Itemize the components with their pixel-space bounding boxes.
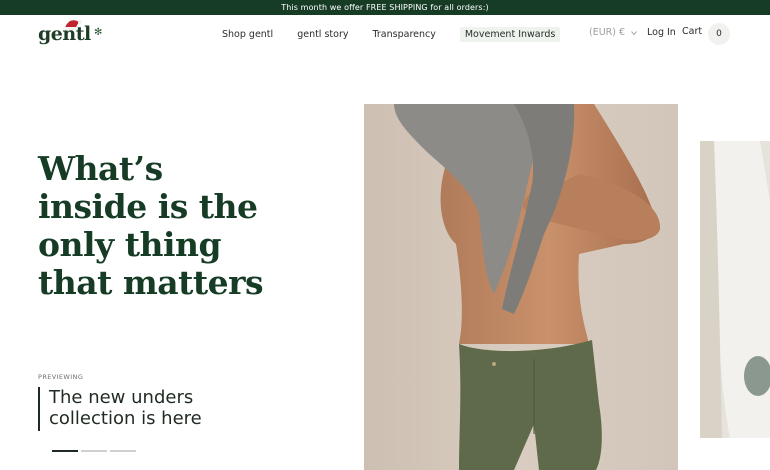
nav-item-transparency[interactable]: Transparency	[372, 29, 435, 40]
logo[interactable]: gentl ✻	[38, 18, 110, 50]
slide-indicator-1[interactable]	[52, 450, 78, 452]
site-header: gentl ✻ Shop gentl gentl story Transpare…	[0, 15, 770, 55]
announcement-bar: This month we offer FREE SHIPPING for al…	[0, 0, 770, 15]
login-link[interactable]: Log In	[647, 27, 676, 38]
cart-count-badge[interactable]: 0	[708, 23, 730, 45]
announcement-text: This month we offer FREE SHIPPING for al…	[281, 3, 489, 12]
nav-item-movement-inwards[interactable]: Movement Inwards	[459, 27, 561, 42]
snowflake-icon: ✻	[94, 27, 103, 38]
slider-indicators	[52, 450, 139, 452]
currency-selector[interactable]: (EUR) €	[589, 27, 637, 38]
hero-headline: What’s inside is the only thing that mat…	[38, 149, 264, 302]
main-nav: Shop gentl gentl story Transparency Move…	[222, 27, 561, 42]
slide-indicator-2[interactable]	[81, 450, 107, 452]
previewing-label: PREVIEWING	[38, 373, 84, 381]
slide-indicator-3[interactable]	[110, 450, 136, 452]
secondary-image	[700, 141, 770, 438]
cart-link[interactable]: Cart	[682, 26, 702, 37]
currency-label: (EUR) €	[589, 27, 626, 38]
hero-image	[364, 104, 678, 470]
nav-item-story[interactable]: gentl story	[297, 29, 348, 40]
collection-preview-text: The new unders collection is here	[49, 387, 202, 429]
collection-preview[interactable]: The new unders collection is here	[38, 387, 202, 431]
nav-item-shop[interactable]: Shop gentl	[222, 29, 273, 40]
chevron-down-icon	[631, 30, 637, 35]
santa-hat-icon	[64, 20, 82, 30]
